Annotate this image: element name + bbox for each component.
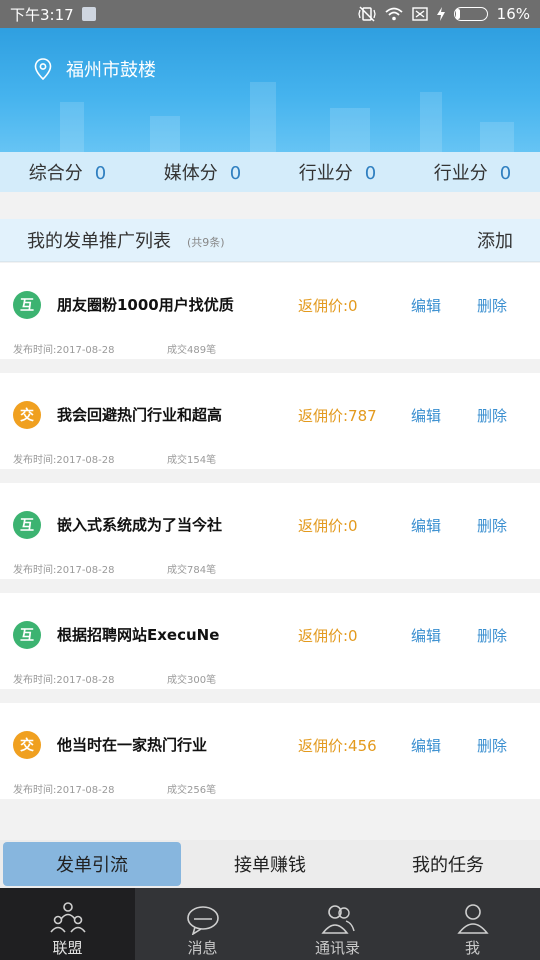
header-banner: 福州市鼓楼: [0, 28, 540, 152]
score-industry-2: 行业分 0: [405, 159, 540, 185]
tab-take-orders[interactable]: 接单赚钱: [181, 842, 359, 886]
item-title: 我会回避热门行业和超高: [57, 406, 223, 424]
publish-date: 发布时间:2017-08-28: [13, 785, 115, 796]
nav-me[interactable]: 我: [405, 888, 540, 960]
item-title: 他当时在一家热门行业: [57, 736, 208, 754]
list-item[interactable]: 互 嵌入式系统成为了当今社 返佣价:0 编辑 删除 发布时间:2017-08-2…: [0, 483, 540, 579]
edit-button[interactable]: 编辑: [411, 295, 441, 316]
edit-button[interactable]: 编辑: [411, 405, 441, 426]
list-item[interactable]: 交 我会回避热门行业和超高 返佣价:787 编辑 删除 发布时间:2017-08…: [0, 373, 540, 469]
nav-label: 我: [464, 939, 480, 957]
nav-label: 消息: [187, 939, 218, 957]
list-item[interactable]: 互 根据招聘网站ExecuNe 返佣价:0 编辑 删除 发布时间:2017-08…: [0, 593, 540, 689]
edit-button[interactable]: 编辑: [411, 735, 441, 756]
profile-icon: [456, 904, 489, 934]
status-icons: 16%: [357, 5, 530, 23]
score-industry: 行业分 0: [270, 159, 405, 185]
commission-price: 返佣价:0: [298, 297, 358, 315]
contacts-icon: [320, 905, 355, 934]
item-title: 嵌入式系统成为了当今社: [57, 516, 223, 534]
battery-percent: 16%: [496, 5, 530, 23]
type-badge: 交: [13, 401, 41, 429]
score-bar: 综合分 0 媒体分 0 行业分 0 行业分 0: [0, 152, 540, 192]
commission-price: 返佣价:456: [298, 737, 377, 755]
battery-icon: [453, 7, 488, 21]
nav-messages[interactable]: 消息: [135, 888, 270, 960]
list-header: 我的发单推广列表 (共9条) 添加: [0, 219, 540, 262]
delete-button[interactable]: 删除: [477, 295, 507, 316]
list-item[interactable]: 交 他当时在一家热门行业 返佣价:456 编辑 删除 发布时间:2017-08-…: [0, 703, 540, 799]
wifi-icon: [385, 7, 403, 21]
nav-label: 联盟: [52, 939, 83, 957]
score-value: 0: [364, 163, 377, 184]
no-signal-icon: [411, 7, 428, 21]
message-icon: [186, 906, 219, 935]
deal-count: 成交784笔: [167, 565, 217, 576]
delete-button[interactable]: 删除: [477, 515, 507, 536]
item-title: 朋友圈粉1000用户找优质: [57, 296, 234, 314]
commission-price: 返佣价:0: [298, 627, 358, 645]
score-label: 行业分: [433, 163, 488, 184]
status-time: 下午3:17: [10, 5, 74, 24]
score-media: 媒体分 0: [135, 159, 270, 185]
sim-card-icon: [81, 7, 96, 21]
deal-count: 成交256笔: [167, 785, 217, 796]
publish-date: 发布时间:2017-08-28: [13, 675, 115, 686]
list-count: (共9条): [187, 235, 225, 249]
list-title: 我的发单推广列表: [27, 231, 171, 252]
deal-count: 成交300笔: [167, 675, 217, 686]
score-value: 0: [229, 163, 242, 184]
score-label: 媒体分: [163, 163, 218, 184]
nav-label: 通讯录: [314, 939, 360, 957]
delete-button[interactable]: 删除: [477, 625, 507, 646]
score-value: 0: [94, 163, 107, 184]
deal-count: 成交489笔: [167, 345, 217, 356]
type-badge: 互: [13, 291, 41, 319]
edit-button[interactable]: 编辑: [411, 515, 441, 536]
tab-my-tasks[interactable]: 我的任务: [359, 842, 537, 886]
deal-count: 成交154笔: [167, 455, 217, 466]
delete-button[interactable]: 删除: [477, 735, 507, 756]
sub-tab-bar: 发单引流 接单赚钱 我的任务: [0, 840, 540, 888]
score-composite: 综合分 0: [0, 159, 135, 185]
item-title: 根据招聘网站ExecuNe: [57, 626, 220, 644]
alliance-icon: [49, 902, 86, 933]
tab-post-orders[interactable]: 发单引流: [3, 842, 181, 886]
score-label: 行业分: [298, 163, 353, 184]
commission-price: 返佣价:787: [298, 407, 377, 425]
vibrate-icon: [357, 6, 376, 22]
type-badge: 交: [13, 731, 41, 759]
type-badge: 互: [13, 511, 41, 539]
list-item[interactable]: 互 朋友圈粉1000用户找优质 返佣价:0 编辑 删除 发布时间:2017-08…: [0, 263, 540, 359]
charging-icon: [436, 7, 445, 21]
location-selector[interactable]: 福州市鼓楼: [34, 56, 156, 82]
publish-date: 发布时间:2017-08-28: [13, 455, 115, 466]
type-badge: 互: [13, 621, 41, 649]
score-label: 综合分: [28, 163, 83, 184]
publish-date: 发布时间:2017-08-28: [13, 345, 115, 356]
nav-alliance[interactable]: 联盟: [0, 888, 135, 960]
add-button[interactable]: 添加: [477, 227, 513, 253]
delete-button[interactable]: 删除: [477, 405, 507, 426]
commission-price: 返佣价:0: [298, 517, 358, 535]
nav-contacts[interactable]: 通讯录: [270, 888, 405, 960]
status-bar: 下午3:17 16%: [0, 0, 540, 28]
edit-button[interactable]: 编辑: [411, 625, 441, 646]
location-pin-icon: [34, 58, 52, 80]
location-text: 福州市鼓楼: [66, 60, 156, 81]
score-value: 0: [499, 163, 512, 184]
publish-date: 发布时间:2017-08-28: [13, 565, 115, 576]
bottom-nav: 联盟 消息 通讯录 我: [0, 888, 540, 960]
